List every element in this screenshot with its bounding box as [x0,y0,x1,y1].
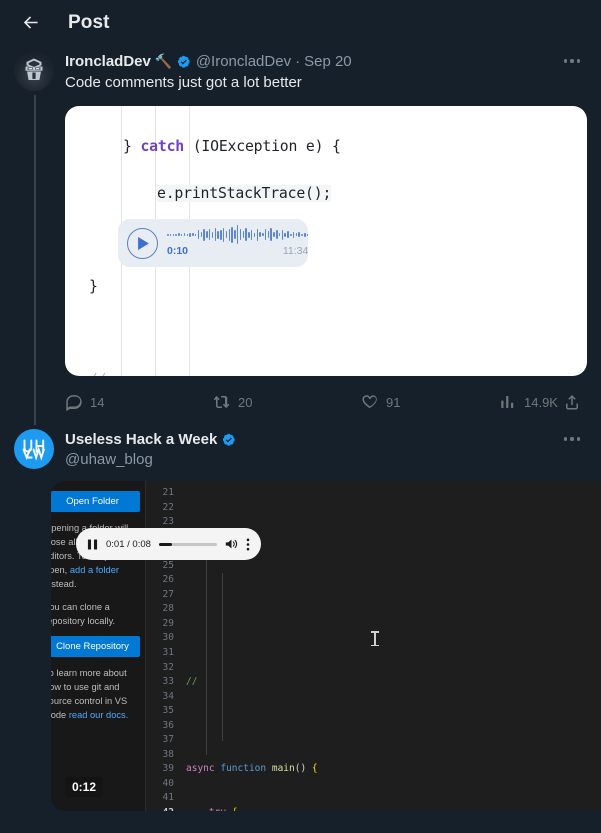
line-number: 25 [162,559,174,571]
post-media-video[interactable]: Open Folder Opening a folder will close … [51,481,601,811]
author-display-name[interactable]: IroncladDev [65,53,151,70]
volume-button[interactable] [225,538,238,550]
repost-icon [213,395,230,409]
video-player-controls[interactable]: 0:01 / 0:08 [76,528,261,560]
line-number: 21 [162,487,174,498]
engagement-action-bar: 14 20 91 14.9K [65,385,587,419]
video-duration-badge: 0:12 [65,777,104,797]
kebab-dot [564,59,568,63]
verified-badge-icon [178,55,190,68]
hammer-emoji-icon: 🔨 [154,53,173,69]
kebab-dot [570,437,574,441]
kebab-dot [576,59,580,63]
views-button[interactable]: 14.9K [499,393,563,411]
line-number: 26 [162,574,174,586]
open-folder-button[interactable]: Open Folder [51,491,140,512]
post-date[interactable]: Sep 20 [304,53,352,70]
line-number-active: 42 [146,806,174,811]
read-our-docs-link[interactable]: read our docs. [69,710,128,720]
share-icon [566,394,578,410]
video-timestamp: 0:01 / 0:08 [106,538,151,550]
avatar[interactable] [14,429,54,469]
top-navigation-bar: Post [0,0,601,45]
inline-audio-comment-player[interactable]: 0:10 11:34 [118,219,309,267]
video-progress-bar[interactable] [158,542,217,546]
back-button[interactable] [14,7,46,39]
views-count: 14.9K [524,394,558,410]
uhaw-logo-icon [22,439,45,461]
author-handle[interactable]: @uhaw_blog [65,450,587,469]
line-number: 34 [162,690,174,702]
audio-current-time: 0:10 [167,245,189,257]
audio-duration: 11:34 [282,245,309,257]
line-number: 29 [162,617,174,629]
author-row: Useless Hack a Week [65,429,587,450]
line-number: 35 [162,705,174,717]
line-number: 40 [162,777,174,789]
meta-separator: · [295,53,301,70]
heart-icon [362,395,377,409]
author-handle[interactable]: @IroncladDev [196,53,291,70]
avatar-column [14,51,54,425]
thread-connector-line [33,95,36,425]
reply-count: 14 [90,394,105,410]
post-media-code-screenshot[interactable]: } catch (IOException e) { e.printStackTr… [65,106,587,376]
pause-button[interactable] [87,538,98,550]
audio-waveform[interactable] [167,225,309,244]
clone-repository-button[interactable]: Clone Repository [51,636,140,657]
robot-mech-avatar-icon [25,58,43,80]
analytics-icon [501,396,514,408]
kebab-dot [564,437,568,441]
repost-button[interactable]: 20 [213,393,361,411]
page-title: Post [68,11,110,33]
kebab-dot [576,437,580,441]
line-number: 30 [162,632,174,644]
avatar-column [14,429,54,811]
line-number: 37 [162,734,174,746]
post-ironcladdev[interactable]: IroncladDev 🔨 @IroncladDev · Sep 20 Code [0,45,601,425]
post-text: Code comments just got a lot better [65,74,302,91]
line-number: 27 [162,588,174,600]
line-number: 33 [162,676,174,688]
like-button[interactable]: 91 [361,393,499,411]
line-number: 28 [162,603,174,615]
share-button[interactable] [563,393,581,411]
post-detail-screen: Post IroncladDev 🔨 @IroncladDev · Sep 20… [0,0,601,833]
add-folder-link[interactable]: add a folder [70,565,119,575]
line-number: 38 [162,748,174,760]
reply-button[interactable]: 14 [65,393,213,411]
volume-icon [225,539,238,549]
video-menu-button[interactable] [246,538,250,551]
post-uhaw-blog[interactable]: Useless Hack a Week @uhaw_blog Open Fold… [0,419,601,811]
repost-count: 20 [238,394,253,410]
back-arrow-icon [23,16,38,29]
line-number: 36 [162,719,174,731]
line-number: 22 [162,501,174,513]
author-display-name[interactable]: Useless Hack a Week [65,431,217,448]
verified-badge-icon [223,433,236,446]
open-folder-text-part2: instead. [51,579,77,589]
text-cursor-icon [371,631,378,646]
pause-icon [87,538,98,550]
post-more-options-button[interactable] [557,427,587,451]
avatar[interactable] [14,51,54,91]
kebab-dot [570,59,574,63]
play-icon [138,236,149,250]
kebab-menu-icon [246,538,250,550]
docs-description: To learn more about how to use git and s… [51,657,146,722]
reply-icon [66,395,82,411]
line-number: 32 [162,661,174,673]
author-row: IroncladDev 🔨 @IroncladDev · Sep 20 [65,51,587,72]
line-number: 31 [162,647,174,659]
line-number: 39 [162,763,174,775]
like-count: 91 [386,394,401,410]
audio-play-button[interactable] [127,227,158,259]
clone-description: You can clone a repository locally. [51,602,116,626]
line-number: 41 [162,792,174,804]
post-more-options-button[interactable] [557,49,587,73]
